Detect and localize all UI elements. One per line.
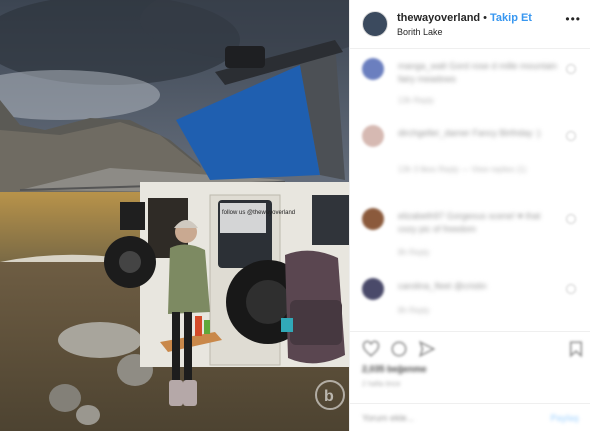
window-sticker: follow us @thewayoverland <box>222 210 295 216</box>
commenter-avatar[interactable] <box>362 58 384 80</box>
comment-meta: 8h Reply <box>398 248 430 257</box>
comment-meta: 13h Reply <box>398 96 435 105</box>
comment-text: dirchgeller_damer Fancy Birthday :) <box>398 128 541 138</box>
comment-item: elizabeth97 Gorgeous scene! ♥ that cozy … <box>362 208 582 268</box>
commenter-avatar[interactable] <box>362 125 384 147</box>
more-options-icon[interactable]: ••• <box>565 12 581 26</box>
comment-like-icon[interactable] <box>566 284 576 294</box>
post-comment-button[interactable]: Paylaş <box>550 413 579 423</box>
follow-button[interactable]: Takip Et <box>490 12 532 24</box>
comment-meta: 8h Reply <box>398 306 430 315</box>
likes-count[interactable]: 2,035 beğenme <box>362 364 427 374</box>
comment-text: elizabeth97 Gorgeous scene! ♥ that cozy … <box>398 211 541 234</box>
comment-like-icon[interactable] <box>566 64 576 74</box>
heart-icon[interactable] <box>362 340 380 358</box>
share-icon[interactable] <box>418 340 436 358</box>
comment-meta: 13h 3 likes Reply — View replies (1) <box>398 165 527 174</box>
post-side-panel: thewayoverland • Takip Et Borith Lake ••• … <box>349 0 590 431</box>
comment-like-icon[interactable] <box>566 131 576 141</box>
post-photo[interactable]: follow us @thewayoverland b <box>0 0 349 431</box>
comment-item: dirchgeller_damer Fancy Birthday :) 13h … <box>362 125 582 195</box>
post-header: thewayoverland • Takip Et Borith Lake ••• <box>350 0 590 49</box>
post-timestamp: 2 hafta önce <box>362 381 401 388</box>
comment-item: manga_walt Gord rose d mille mountain fa… <box>362 58 582 118</box>
username-link[interactable]: thewayoverland <box>397 12 480 24</box>
commenter-avatar[interactable] <box>362 278 384 300</box>
comment-icon[interactable] <box>390 340 408 358</box>
separator-dot: • <box>483 12 487 24</box>
user-avatar[interactable] <box>362 11 388 37</box>
commenter-avatar[interactable] <box>362 208 384 230</box>
bookmark-icon[interactable] <box>567 340 585 358</box>
add-comment-bar: Yorum ekle... Paylaş <box>350 403 590 432</box>
comment-item: carolina_fleet @cristin 8h Reply <box>362 278 582 322</box>
location-link[interactable]: Borith Lake <box>397 27 443 37</box>
comment-text: carolina_fleet @cristin <box>398 281 487 291</box>
watermark-logo: b <box>324 388 334 405</box>
add-comment-input[interactable]: Yorum ekle... <box>362 413 414 423</box>
comment-text: manga_walt Gord rose d mille mountain fa… <box>398 61 558 84</box>
post-author: thewayoverland • Takip Et <box>397 12 532 24</box>
comment-like-icon[interactable] <box>566 214 576 224</box>
instagram-post: follow us @thewayoverland b thewayoverla… <box>0 0 590 431</box>
